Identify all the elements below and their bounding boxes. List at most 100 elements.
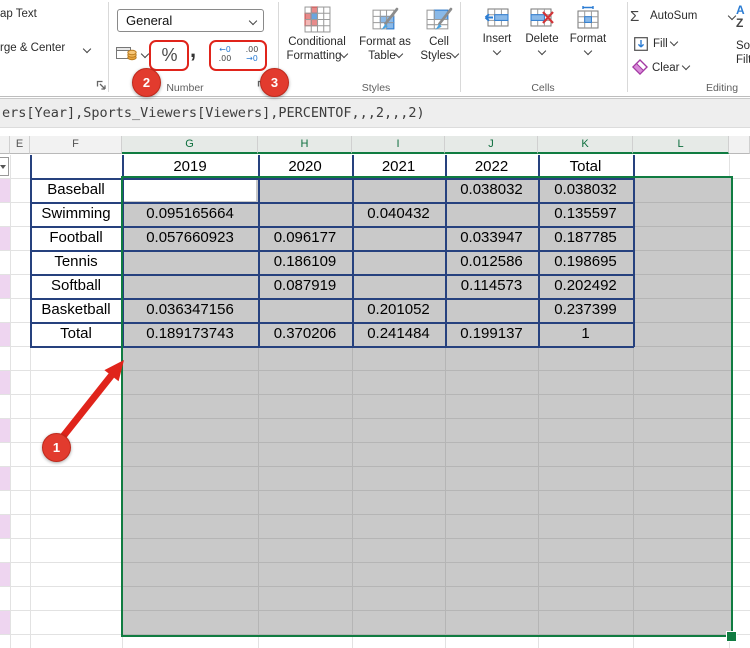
- fill-label: Fill: [653, 38, 668, 50]
- row-label[interactable]: Tennis: [30, 250, 122, 274]
- format-cells-icon: [575, 6, 601, 30]
- conditional-formatting-button[interactable]: Conditional Formatting: [283, 4, 351, 63]
- annotation-box-percent: [149, 40, 189, 71]
- column-header-L[interactable]: L: [633, 136, 729, 154]
- dropdown-arrow-icon: [0, 165, 6, 169]
- column-header-K[interactable]: K: [538, 136, 633, 154]
- row-label[interactable]: Swimming: [30, 202, 122, 226]
- sort-filter-label-1[interactable]: So: [736, 40, 750, 52]
- clear-icon[interactable]: [632, 59, 648, 75]
- stripe-pink-cell: [0, 274, 10, 298]
- column-header-partial[interactable]: [0, 136, 10, 154]
- alignment-dialog-launcher-icon[interactable]: [96, 80, 107, 91]
- gridline-h: [731, 466, 750, 467]
- formula-text[interactable]: ers[Year],Sports_Viewers[Viewers],PERCEN…: [2, 105, 425, 121]
- gridline-h: [731, 346, 750, 347]
- fill-button[interactable]: Fill: [653, 38, 677, 50]
- excel-window: 2019202020212022TotalBaseball0.0380320.0…: [0, 0, 750, 648]
- gridline-h: [731, 490, 750, 491]
- group-separator: [627, 2, 628, 92]
- format-as-table-button[interactable]: Format as Table: [354, 4, 416, 63]
- annotation-arrow-icon: [0, 340, 150, 460]
- autosum-button[interactable]: AutoSum: [650, 10, 697, 22]
- gridline-h: [731, 202, 750, 203]
- number-format-dropdown[interactable]: General: [117, 9, 264, 32]
- gridline-h: [731, 514, 750, 515]
- year-header-cell[interactable]: Total: [538, 155, 633, 178]
- accounting-format-chevron-icon[interactable]: [141, 50, 149, 58]
- row-label[interactable]: Softball: [30, 274, 122, 298]
- editing-group-label: Editing: [692, 82, 750, 94]
- sort-filter-label-2[interactable]: Filt: [736, 54, 750, 66]
- sort-letter-z: Z: [736, 16, 743, 30]
- group-separator: [108, 2, 109, 92]
- gridline-h: [0, 586, 122, 587]
- column-header-partial[interactable]: [729, 136, 750, 154]
- formula-bar[interactable]: ers[Year],Sports_Viewers[Viewers],PERCEN…: [0, 98, 750, 128]
- clear-button[interactable]: Clear: [652, 62, 689, 74]
- column-header-E[interactable]: E: [10, 136, 30, 154]
- gridline-h: [0, 634, 122, 635]
- cells-group-label: Cells: [513, 82, 573, 94]
- year-header-cell[interactable]: 2019: [122, 155, 258, 178]
- gridline-h: [731, 178, 750, 179]
- format-as-table-label-1: Format as: [359, 36, 411, 48]
- conditional-formatting-label-1: Conditional: [288, 36, 346, 48]
- year-header-cell[interactable]: 2021: [352, 155, 445, 178]
- stripe-pink-cell: [0, 466, 10, 490]
- delete-cells-button[interactable]: Delete: [518, 4, 566, 60]
- cell-styles-label-1: Cell: [429, 36, 449, 48]
- gridline-h: [731, 538, 750, 539]
- fill-icon[interactable]: [634, 37, 648, 51]
- cell-styles-label-2: Styles: [420, 50, 451, 62]
- conditional-formatting-label-2: Formatting: [287, 50, 342, 62]
- gridline-h: [0, 490, 122, 491]
- stripe-pink-cell: [0, 610, 10, 634]
- stripe-pink-cell: [0, 514, 10, 538]
- autosum-chevron-icon[interactable]: [728, 12, 736, 20]
- gridline-h: [0, 466, 122, 467]
- gridline-h: [0, 538, 122, 539]
- selection-fill-handle[interactable]: [726, 631, 737, 642]
- number-format-value: General: [126, 13, 172, 28]
- comma-style-button[interactable]: ,: [190, 37, 196, 63]
- clear-label: Clear: [652, 62, 679, 74]
- gridline-h: [731, 370, 750, 371]
- merge-center-chevron-icon[interactable]: [83, 45, 91, 53]
- row-label[interactable]: Football: [30, 226, 122, 250]
- cell-dropdown-button[interactable]: [0, 157, 9, 176]
- gridline-h: [731, 226, 750, 227]
- row-label[interactable]: Baseball: [30, 178, 122, 202]
- gridline-h: [0, 562, 122, 563]
- gridline-h: [731, 610, 750, 611]
- format-as-table-label-2: Table: [368, 50, 396, 62]
- merge-center-button[interactable]: rge & Center: [0, 42, 65, 54]
- cell-styles-button[interactable]: Cell Styles: [414, 4, 464, 63]
- gridline-h: [0, 610, 122, 611]
- sort-letter-a: A: [736, 3, 745, 17]
- column-header-H[interactable]: H: [258, 136, 352, 154]
- number-group-label: Number: [155, 82, 215, 94]
- insert-cells-button[interactable]: Insert: [472, 4, 522, 60]
- year-header-cell[interactable]: 2022: [445, 155, 538, 178]
- delete-label: Delete: [525, 33, 558, 45]
- gridline-h: [0, 514, 122, 515]
- accounting-format-icon[interactable]: [116, 45, 138, 63]
- column-header-I[interactable]: I: [352, 136, 445, 154]
- column-header-F[interactable]: F: [30, 136, 122, 154]
- row-label[interactable]: Basketball: [30, 298, 122, 322]
- cell-styles-icon: [426, 6, 453, 33]
- sigma-icon[interactable]: Σ: [630, 8, 639, 25]
- gridline-v: [729, 155, 730, 178]
- annotation-step-2: 2: [132, 68, 161, 97]
- year-header-cell[interactable]: 2020: [258, 155, 352, 178]
- sort-filter-icon[interactable]: A Z: [736, 4, 745, 30]
- column-header-J[interactable]: J: [445, 136, 538, 154]
- format-cells-button[interactable]: Format: [563, 4, 613, 60]
- wrap-text-button[interactable]: ap Text: [0, 8, 37, 20]
- gridline-h: [731, 586, 750, 587]
- gridline-h: [731, 562, 750, 563]
- column-header-G[interactable]: G: [122, 136, 258, 154]
- conditional-formatting-icon: [304, 6, 331, 33]
- group-separator: [460, 2, 461, 92]
